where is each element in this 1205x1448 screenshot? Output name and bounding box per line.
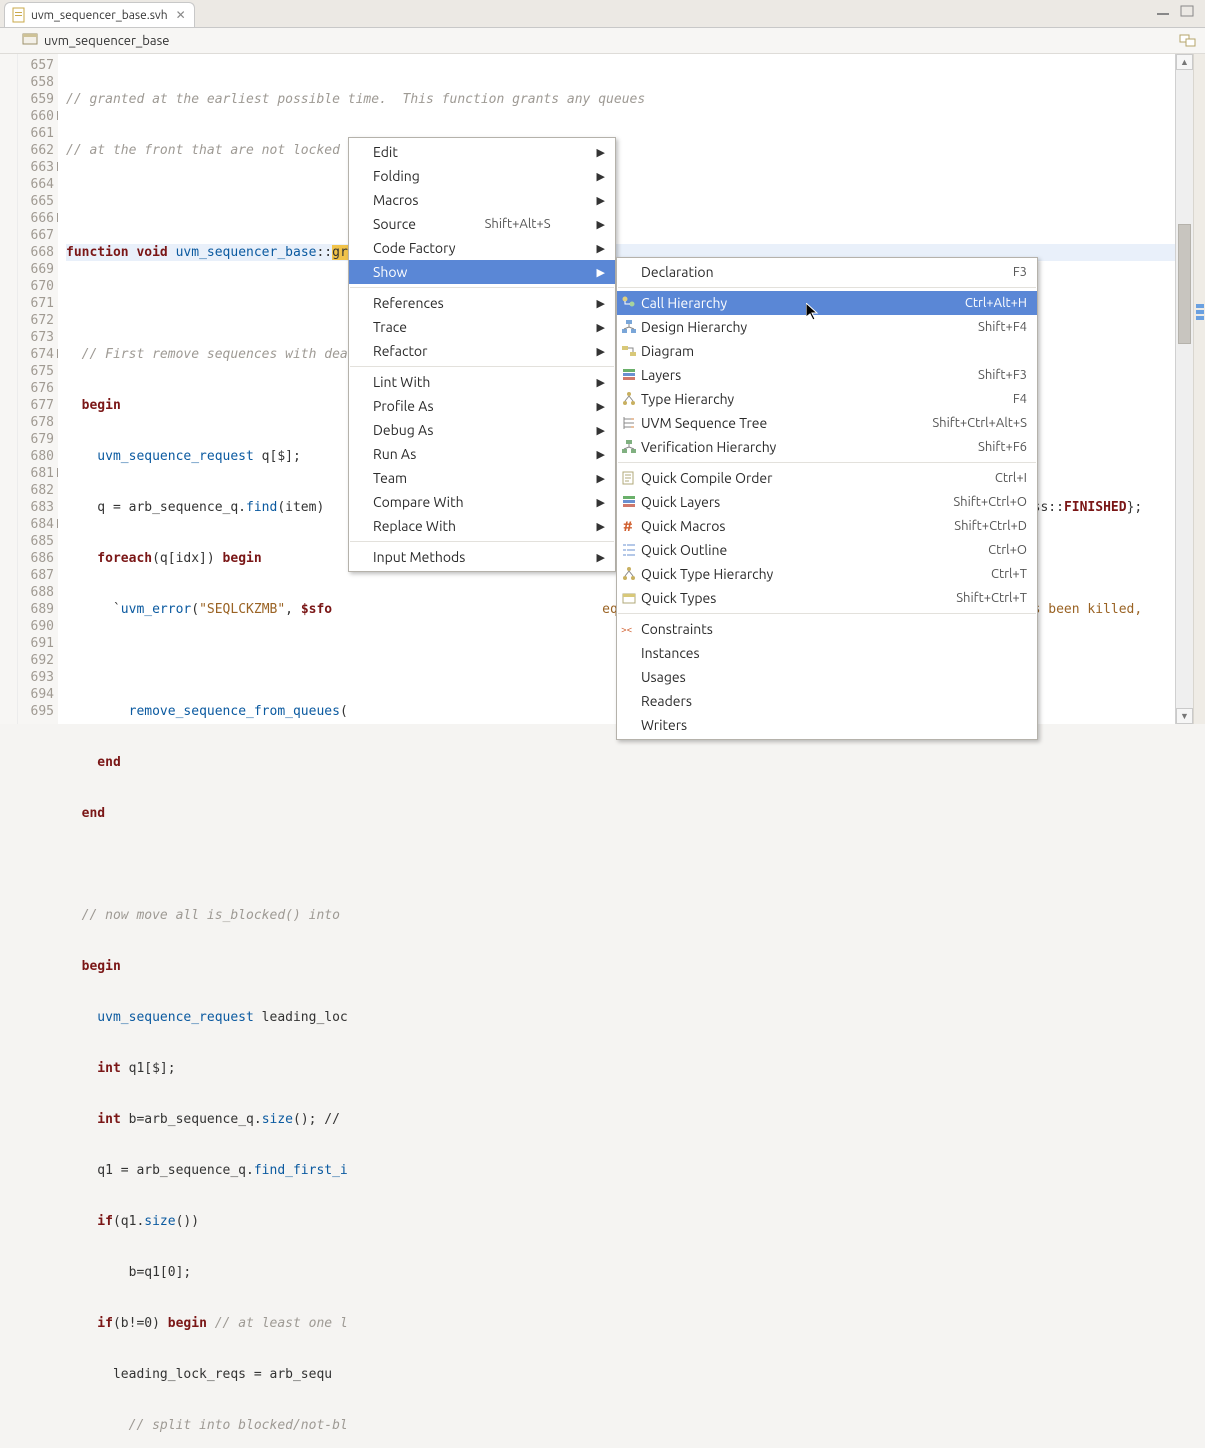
menu-item-quick-compile-order[interactable]: Quick Compile OrderCtrl+I (617, 466, 1037, 490)
menu-item-quick-macros[interactable]: # Quick MacrosShift+Ctrl+D (617, 514, 1037, 538)
layers-icon (621, 494, 637, 510)
menu-item-profile-as[interactable]: Profile As▶ (349, 394, 615, 418)
menu-item-writers[interactable]: Writers (617, 713, 1037, 737)
menu-item-quick-layers[interactable]: Quick LayersShift+Ctrl+O (617, 490, 1037, 514)
tab-bar: uvm_sequencer_base.svh ✕ (0, 0, 1205, 28)
menu-item-constraints[interactable]: >< Constraints (617, 617, 1037, 641)
editor-tab[interactable]: uvm_sequencer_base.svh ✕ (4, 2, 195, 27)
menu-item-compare-with[interactable]: Compare With▶ (349, 490, 615, 514)
tab-close-icon[interactable]: ✕ (176, 8, 186, 22)
layers-icon (621, 367, 637, 383)
menu-item-lint-with[interactable]: Lint With▶ (349, 370, 615, 394)
design-hierarchy-icon (621, 319, 637, 335)
type-hierarchy-icon (621, 391, 637, 407)
scroll-down-icon[interactable]: ▼ (1176, 708, 1193, 724)
menu-separator (618, 613, 1036, 614)
submenu-show: DeclarationF3 Call HierarchyCtrl+Alt+H D… (616, 257, 1038, 740)
line-gutter: 657 658 659 660− 661 662 663− 664 665 66… (18, 54, 58, 724)
menu-item-references[interactable]: References▶ (349, 291, 615, 315)
context-menu: Edit▶ Folding▶ Macros▶ SourceShift+Alt+S… (348, 137, 616, 572)
menu-item-diagram[interactable]: Diagram (617, 339, 1037, 363)
breadcrumb-bar: uvm_sequencer_base (0, 28, 1205, 54)
types-icon (621, 590, 637, 606)
menu-item-call-hierarchy[interactable]: Call HierarchyCtrl+Alt+H (617, 291, 1037, 315)
tab-title: uvm_sequencer_base.svh (31, 9, 168, 22)
svg-text:><: >< (621, 624, 633, 635)
breadcrumb-link-icon[interactable] (1179, 31, 1197, 52)
menu-item-folding[interactable]: Folding▶ (349, 164, 615, 188)
marker-ruler (0, 54, 18, 724)
svg-text:#: # (623, 518, 633, 534)
vertical-scrollbar[interactable]: ▲ ▼ (1175, 54, 1193, 724)
class-icon (22, 31, 38, 50)
minimize-view-icon[interactable] (1155, 4, 1173, 20)
file-icon (11, 7, 27, 23)
menu-item-quick-types[interactable]: Quick TypesShift+Ctrl+T (617, 586, 1037, 610)
scroll-up-icon[interactable]: ▲ (1176, 54, 1193, 70)
menu-separator (350, 287, 614, 288)
menu-item-refactor[interactable]: Refactor▶ (349, 339, 615, 363)
menu-item-trace[interactable]: Trace▶ (349, 315, 615, 339)
overview-ruler[interactable] (1193, 54, 1205, 724)
menu-item-uvm-sequence-tree[interactable]: UVM Sequence TreeShift+Ctrl+Alt+S (617, 411, 1037, 435)
menu-item-verification-hierarchy[interactable]: Verification HierarchyShift+F6 (617, 435, 1037, 459)
outline-icon (621, 542, 637, 558)
verification-hierarchy-icon (621, 439, 637, 455)
maximize-view-icon[interactable] (1179, 4, 1197, 20)
constraints-icon: >< (621, 621, 637, 637)
menu-item-code-factory[interactable]: Code Factory▶ (349, 236, 615, 260)
menu-item-debug-as[interactable]: Debug As▶ (349, 418, 615, 442)
menu-separator (350, 541, 614, 542)
menu-item-instances[interactable]: Instances (617, 641, 1037, 665)
scroll-thumb[interactable] (1178, 224, 1191, 344)
quick-compile-icon (621, 470, 637, 486)
menu-item-edit[interactable]: Edit▶ (349, 140, 615, 164)
menu-item-replace-with[interactable]: Replace With▶ (349, 514, 615, 538)
menu-item-usages[interactable]: Usages (617, 665, 1037, 689)
diagram-icon (621, 343, 637, 359)
menu-item-macros[interactable]: Macros▶ (349, 188, 615, 212)
menu-item-quick-outline[interactable]: Quick OutlineCtrl+O (617, 538, 1037, 562)
menu-item-design-hierarchy[interactable]: Design HierarchyShift+F4 (617, 315, 1037, 339)
type-hierarchy-icon (621, 566, 637, 582)
macro-icon: # (621, 518, 637, 534)
uvm-sequence-icon (621, 415, 637, 431)
menu-item-source[interactable]: SourceShift+Alt+S▶ (349, 212, 615, 236)
line-number: 657 (18, 57, 54, 74)
menu-item-team[interactable]: Team▶ (349, 466, 615, 490)
call-hierarchy-icon (621, 295, 637, 311)
menu-item-declaration[interactable]: DeclarationF3 (617, 260, 1037, 284)
menu-separator (350, 366, 614, 367)
menu-item-run-as[interactable]: Run As▶ (349, 442, 615, 466)
menu-item-layers[interactable]: LayersShift+F3 (617, 363, 1037, 387)
menu-separator (618, 462, 1036, 463)
breadcrumb-title[interactable]: uvm_sequencer_base (44, 34, 169, 48)
menu-item-readers[interactable]: Readers (617, 689, 1037, 713)
menu-item-quick-type-hierarchy[interactable]: Quick Type HierarchyCtrl+T (617, 562, 1037, 586)
menu-item-show[interactable]: Show▶ (349, 260, 615, 284)
menu-item-type-hierarchy[interactable]: Type HierarchyF4 (617, 387, 1037, 411)
menu-separator (618, 287, 1036, 288)
menu-item-input-methods[interactable]: Input Methods▶ (349, 545, 615, 569)
